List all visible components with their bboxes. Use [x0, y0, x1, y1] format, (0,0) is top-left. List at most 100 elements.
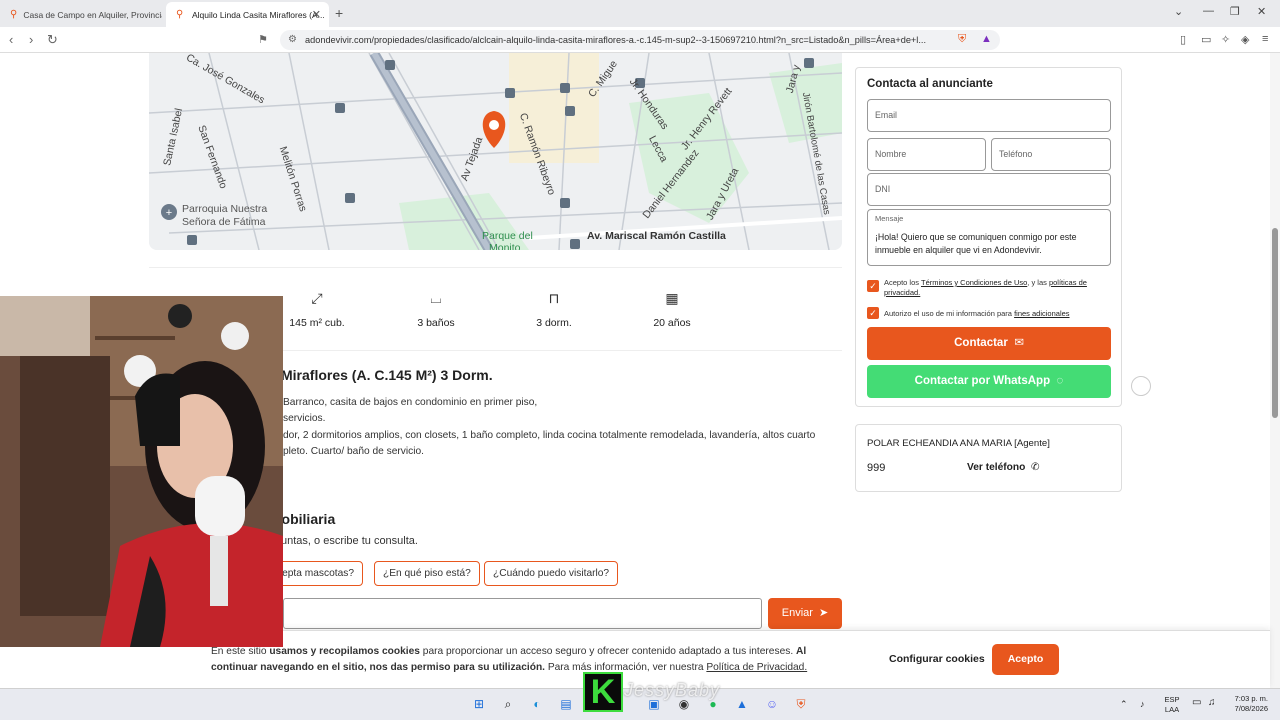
- map-label: Daniel Hernandez: [640, 147, 702, 221]
- quick-question-visit[interactable]: ¿Cuándo puedo visitarlo?: [484, 561, 619, 586]
- map-label: Jara y Ureta: [703, 165, 742, 223]
- whatsapp-button-label: Contactar por WhatsApp: [914, 375, 1051, 387]
- map-label: Jirón Bartolomé de las Casas: [799, 91, 833, 216]
- clock[interactable]: 7:03 p. m. 7/08/2026: [1224, 694, 1268, 714]
- configure-cookies-button[interactable]: Configurar cookies: [889, 653, 985, 665]
- agent-name: POLAR ECHEANDIA ANA MARIA [Agente]: [867, 438, 1050, 449]
- stream-watermark: JessyBaby: [624, 680, 721, 700]
- tray-chevron-icon[interactable]: ⌃: [1120, 699, 1128, 709]
- send-label: Enviar: [781, 607, 813, 619]
- layout-code: LAA: [1164, 705, 1180, 714]
- location-map[interactable]: + Ca. José Gonzales Santa Isabel San Fer…: [149, 53, 842, 250]
- feature-bedrooms: ⊓ 3 dorm.: [509, 290, 599, 329]
- map-label: Señora de Fátima: [182, 216, 266, 228]
- maximize-icon[interactable]: ❐: [1230, 5, 1240, 18]
- store-icon[interactable]: ▤: [558, 696, 574, 712]
- additional-use-checkbox[interactable]: ✓: [867, 307, 879, 319]
- map-label: Jara y: [783, 63, 803, 95]
- start-icon[interactable]: ⊞: [471, 696, 487, 712]
- sidebar-icon[interactable]: ▯: [1180, 33, 1186, 46]
- tab-alquilo-linda-casita[interactable]: ⚲ Alquilo Linda Casita Miraflores (A... …: [166, 2, 329, 27]
- feature-baths: ⌴ 3 baños: [391, 290, 481, 329]
- clock-date: 7/08/2026: [1234, 704, 1268, 713]
- accept-cookies-button[interactable]: Acepto: [992, 644, 1059, 675]
- tab-list-icon[interactable]: ⌄: [1174, 5, 1183, 18]
- description-line: servicios.: [283, 413, 326, 424]
- show-phone-button[interactable]: Ver teléfono ✆: [967, 462, 1040, 473]
- whatsapp-button[interactable]: Contactar por WhatsApp ◌: [867, 365, 1111, 398]
- phone-field[interactable]: Teléfono: [991, 138, 1111, 171]
- agent-phone-partial: 999: [867, 462, 886, 474]
- dni-field[interactable]: DNI: [867, 173, 1111, 206]
- name-field[interactable]: Nombre: [867, 138, 986, 171]
- description-line: Barranco, casita de bajos en condominio …: [283, 397, 538, 408]
- send-icon: ➤: [815, 607, 829, 619]
- map-label: Lecca: [646, 133, 670, 165]
- minimize-icon[interactable]: —: [1203, 5, 1214, 17]
- leo-ai-icon[interactable]: ✧: [1221, 33, 1230, 46]
- email-field[interactable]: Email: [867, 99, 1111, 132]
- scrollbar-thumb[interactable]: [1272, 228, 1278, 418]
- brave-rewards-icon[interactable]: ▲: [981, 33, 992, 45]
- language-code: ESP: [1164, 695, 1180, 704]
- contact-button[interactable]: Contactar ✉: [867, 327, 1111, 360]
- url-field[interactable]: ⚙ adondevivir.com/propiedades/clasificad…: [280, 30, 1000, 50]
- terms-checkbox[interactable]: ✓: [867, 280, 879, 292]
- description-line: pleto. Cuarto/ baño de servicio.: [283, 446, 425, 457]
- map-label: Parque del: [482, 230, 533, 242]
- discord-icon[interactable]: ☺: [764, 696, 780, 712]
- map-label: C. Ramón Ribeyro: [516, 111, 558, 197]
- terms-label: Acepto los Términos y Condiciones de Uso…: [884, 278, 1104, 298]
- map-label: Av Tejada: [458, 135, 486, 183]
- menu-icon[interactable]: ≡: [1262, 33, 1268, 45]
- quick-question-floor[interactable]: ¿En qué piso está?: [374, 561, 480, 586]
- map-label: C. Migue: [586, 58, 620, 100]
- volume-icon[interactable]: ♫: [1208, 698, 1216, 708]
- additional-use-link[interactable]: fines adicionales: [1014, 309, 1069, 318]
- site-info-icon[interactable]: ⚙: [288, 30, 297, 50]
- language-indicator[interactable]: ESP LAA: [1161, 695, 1183, 715]
- network-icon[interactable]: ▭: [1192, 698, 1201, 708]
- back-icon[interactable]: ‹: [9, 32, 13, 47]
- contact-button-label: Contactar: [954, 337, 1008, 349]
- feature-age: ▦ 20 años: [627, 290, 717, 329]
- address-bar-row: ‹ › ↻ ⚑ ⚙ adondevivir.com/propiedades/cl…: [0, 27, 1280, 53]
- feature-bedrooms-label: 3 dorm.: [536, 317, 572, 329]
- search-icon[interactable]: ⌕: [500, 696, 516, 712]
- brave-shield-icon[interactable]: ⛨: [958, 33, 966, 46]
- privacy-policy-link[interactable]: Política de Privacidad.: [706, 662, 807, 673]
- message-textarea[interactable]: Mensaje ¡Hola! Quiero que se comuniquen …: [867, 209, 1111, 266]
- close-tab-icon[interactable]: ✕: [312, 8, 321, 21]
- forward-icon[interactable]: ›: [29, 32, 33, 47]
- mail-icon: ✉: [1011, 337, 1024, 349]
- terms-link[interactable]: Términos y Condiciones de Uso: [921, 278, 1027, 287]
- mic-icon[interactable]: ♪: [1140, 699, 1145, 709]
- whatsapp-icon: ◌: [1053, 375, 1064, 387]
- webcam-overlay: [0, 296, 283, 647]
- description-line: dor, 2 dormitorios amplios, con closets,…: [283, 430, 816, 441]
- reload-icon[interactable]: ↻: [47, 32, 58, 48]
- contact-form: Contacta al anunciante Email Nombre Telé…: [855, 67, 1122, 407]
- brave-icon[interactable]: ⛨: [793, 696, 809, 712]
- edge-icon[interactable]: ◐: [529, 696, 545, 712]
- wallet-icon[interactable]: ▭: [1201, 33, 1211, 46]
- agent-card: POLAR ECHEANDIA ANA MARIA [Agente] 999 V…: [855, 424, 1122, 492]
- tab-title: Alquilo Linda Casita Miraflores (A...: [192, 9, 325, 20]
- terms-text: , y las: [1027, 278, 1049, 287]
- tab-casa-de-campo[interactable]: ⚲ Casa de Campo en Alquiler, Provincia..…: [0, 2, 162, 27]
- send-button[interactable]: Enviar ➤: [768, 598, 842, 629]
- additional-use-label: Autorizo el uso de mi información para f…: [884, 309, 1104, 319]
- vpn-icon[interactable]: ◈: [1241, 33, 1249, 46]
- additional-use-text: Autorizo el uso de mi información para: [884, 309, 1015, 318]
- phone-icon: ✆: [1028, 462, 1040, 473]
- new-tab-icon[interactable]: +: [335, 5, 343, 21]
- show-phone-label: Ver teléfono: [967, 462, 1026, 473]
- feature-area-label: 145 m² cub.: [289, 317, 345, 329]
- inkscape-icon[interactable]: ▲: [734, 696, 750, 712]
- map-label: Ca. José Gonzales: [183, 53, 267, 107]
- cookie-text-part: En este sitio: [211, 646, 270, 657]
- bookmark-icon[interactable]: ⚑: [258, 33, 268, 46]
- message-input[interactable]: [283, 598, 762, 629]
- site-favicon-icon: ⚲: [176, 8, 184, 20]
- close-window-icon[interactable]: ✕: [1257, 5, 1266, 18]
